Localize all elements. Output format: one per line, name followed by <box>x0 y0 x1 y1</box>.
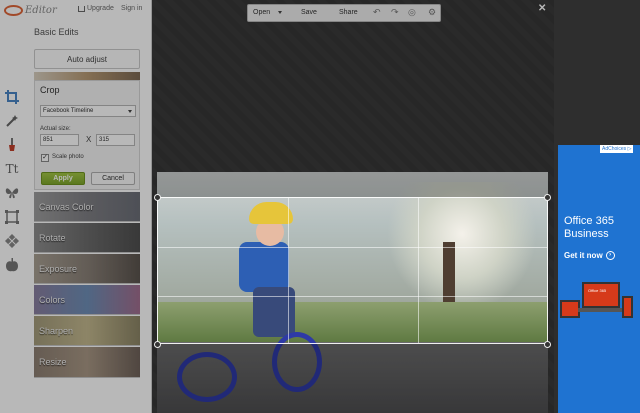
ad-cta-link[interactable]: Get it now › <box>564 251 615 260</box>
arrow-right-icon: › <box>605 251 615 260</box>
crop-selection-box[interactable] <box>157 197 548 344</box>
laptop-device: Office 365 <box>582 282 620 308</box>
crop-gridline <box>418 198 419 343</box>
close-icon[interactable]: ✕ <box>538 3 546 14</box>
laptop-base <box>578 308 624 312</box>
advertisement[interactable] <box>558 145 640 413</box>
frame-icon[interactable] <box>4 209 20 225</box>
crop-gridline <box>158 296 547 297</box>
height-input[interactable]: 315 <box>96 134 135 146</box>
brand-name: Editor <box>25 4 57 16</box>
zoom-icon[interactable]: ◎ <box>408 7 416 18</box>
texture-icon[interactable] <box>4 233 20 249</box>
brand[interactable]: Editor <box>4 3 57 17</box>
top-toolbar: Open Save Share ↶ ↷ ◎ ⚙ <box>247 4 441 22</box>
upgrade-label: Upgrade <box>87 5 114 12</box>
signin-link[interactable]: Sign in <box>121 5 142 12</box>
left-panel: Editor Upgrade Sign in Basic Edits Tt Au… <box>0 0 152 413</box>
ad-devices-image: Office 365 <box>560 280 636 340</box>
save-button[interactable]: Save <box>301 9 317 16</box>
open-menu[interactable]: Open <box>253 9 283 16</box>
open-label: Open <box>253 9 271 16</box>
width-input[interactable]: 851 <box>40 134 79 146</box>
scale-photo-checkbox[interactable]: ✓ <box>41 154 49 162</box>
crop-title: Crop <box>40 85 60 95</box>
apple-icon[interactable] <box>4 257 20 273</box>
edit-thumbnail-strip <box>34 72 140 80</box>
crop-gridline <box>288 198 289 343</box>
crop-handle-top-right[interactable] <box>544 194 551 201</box>
butterfly-icon[interactable] <box>4 185 20 201</box>
edit-item-resize[interactable]: Resize <box>34 347 140 378</box>
actual-size-label: Actual size: <box>40 126 71 132</box>
phone-device <box>622 296 633 318</box>
undo-icon[interactable]: ↶ <box>373 7 381 18</box>
crop-handle-top-left[interactable] <box>154 194 161 201</box>
ad-title: Office 365 Business <box>564 215 614 240</box>
edit-item-sharpen[interactable]: Sharpen <box>34 316 140 346</box>
chevron-down-icon <box>278 11 283 14</box>
adchoices-link[interactable]: AdChoices ▷ <box>600 145 634 153</box>
edit-item-exposure[interactable]: Exposure <box>34 254 140 284</box>
crop-handle-bottom-right[interactable] <box>544 341 551 348</box>
tablet-device <box>560 300 580 318</box>
edit-item-colors[interactable]: Colors <box>34 285 140 315</box>
apply-button[interactable]: Apply <box>41 172 85 185</box>
text-icon[interactable]: Tt <box>4 161 20 177</box>
crop-panel: Crop Facebook Timeline Actual size: 851 … <box>34 80 140 190</box>
crop-gridline <box>158 247 547 248</box>
brush-icon[interactable] <box>4 137 20 153</box>
share-button[interactable]: Share <box>339 9 358 16</box>
upgrade-link[interactable]: Upgrade <box>78 5 114 12</box>
tricycle-back-wheel <box>177 352 237 402</box>
section-title: Basic Edits <box>34 27 79 37</box>
laptop-screen-label: Office 365 <box>588 288 607 293</box>
crop-preset-select[interactable]: Facebook Timeline <box>40 105 136 117</box>
crop-icon[interactable] <box>4 89 20 105</box>
cart-icon <box>78 5 85 12</box>
editor-logo-icon <box>4 4 23 16</box>
auto-adjust-button[interactable]: Auto adjust <box>34 49 140 69</box>
redo-icon[interactable]: ↷ <box>391 7 399 18</box>
scale-photo-label: Scale photo <box>52 154 84 160</box>
magic-wand-icon[interactable] <box>4 113 20 129</box>
editor-app: Editor Upgrade Sign in Basic Edits Tt Au… <box>0 0 640 413</box>
edit-item-canvas-color[interactable]: Canvas Color <box>34 192 140 222</box>
times-symbol: X <box>86 135 92 144</box>
chevron-down-icon <box>128 110 132 113</box>
edit-item-rotate[interactable]: Rotate <box>34 223 140 253</box>
settings-gear-icon[interactable]: ⚙ <box>428 7 436 18</box>
cancel-button[interactable]: Cancel <box>91 172 135 185</box>
crop-preset-value: Facebook Timeline <box>43 108 94 114</box>
crop-handle-bottom-left[interactable] <box>154 341 161 348</box>
ad-cta-label: Get it now <box>564 251 603 260</box>
